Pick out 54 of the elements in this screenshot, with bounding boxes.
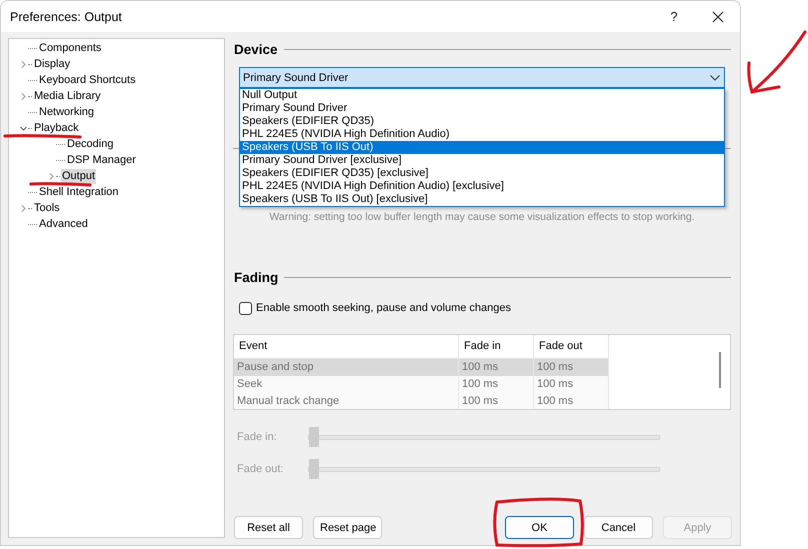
checkbox[interactable]: [239, 302, 252, 314]
dialog-button[interactable]: OK: [505, 516, 574, 539]
dialog-button[interactable]: Cancel: [584, 516, 653, 539]
chevron-down-icon[interactable]: [20, 124, 26, 132]
table-cell: 100 ms: [534, 376, 609, 393]
tree-item[interactable]: Display: [33, 56, 72, 72]
checkbox-label: Enable smooth seeking, pause and volume changes: [256, 302, 512, 314]
table-cell: Seek: [234, 376, 459, 393]
device-dropdown[interactable]: Primary Sound Driver: [239, 67, 725, 88]
dropdown-option[interactable]: Speakers (EDIFIER QD35): [240, 115, 724, 128]
tree-item[interactable]: Keyboard Shortcuts: [38, 72, 137, 88]
slider-label: Fade in:: [237, 431, 278, 443]
arrow-drawing: [747, 30, 806, 94]
dropdown-option[interactable]: PHL 224E5 (NVIDIA High Definition Audio) [exclusive]: [240, 180, 724, 193]
table-cell: Pause and stop: [234, 359, 459, 376]
chevron-right-icon[interactable]: [20, 92, 26, 100]
tree-item[interactable]: Playback: [33, 120, 80, 136]
tree-item[interactable]: Media Library: [33, 88, 102, 104]
dropdown-option[interactable]: Speakers (USB To IIS Out): [240, 141, 724, 154]
dropdown-option[interactable]: Speakers (EDIFIER QD35) [exclusive]: [240, 167, 724, 180]
tree-item[interactable]: Decoding: [66, 136, 114, 152]
dropdown-option[interactable]: Primary Sound Driver: [240, 102, 724, 115]
table-cell: 100 ms: [459, 376, 534, 393]
slider-label: Fade out:: [237, 463, 284, 475]
table-cell: 100 ms: [534, 393, 609, 409]
chevron-down-icon: [710, 74, 720, 80]
tree-item[interactable]: Advanced: [38, 216, 89, 232]
scrollbar-thumb[interactable]: [719, 352, 721, 388]
table-cell: 100 ms: [534, 359, 609, 376]
tree-item[interactable]: Tools: [33, 200, 61, 216]
dialog-button[interactable]: Reset all: [234, 516, 303, 539]
chevron-right-icon[interactable]: [48, 172, 54, 180]
section-heading: Device: [234, 42, 278, 56]
warning-text: Warning: setting too low buffer length may cause some visualization effects to stop working.: [268, 211, 696, 225]
close-icon: [712, 10, 724, 22]
dropdown-option[interactable]: Speakers (USB To IIS Out) [exclusive]: [240, 193, 724, 206]
underline-mark: [30, 182, 92, 186]
tree-item[interactable]: DSP Manager: [66, 152, 137, 168]
dropdown-option[interactable]: Primary Sound Driver [exclusive]: [240, 154, 724, 167]
section-heading: Fading: [234, 270, 278, 284]
table-cell: 100 ms: [459, 393, 534, 409]
tree-item[interactable]: Output: [61, 168, 96, 184]
dialog-button[interactable]: Reset page: [313, 516, 382, 539]
window-title: Preferences: Output: [10, 10, 123, 24]
tree-item[interactable]: Shell Integration: [38, 184, 120, 200]
dropdown-option[interactable]: PHL 224E5 (NVIDIA High Definition Audio): [240, 128, 724, 141]
dropdown-option[interactable]: Null Output: [240, 89, 724, 102]
table-cell: Manual track change: [234, 393, 459, 409]
table-cell: 100 ms: [459, 359, 534, 376]
chevron-right-icon[interactable]: [20, 60, 26, 68]
tree-item[interactable]: Components: [38, 40, 102, 56]
chevron-right-icon[interactable]: [20, 204, 26, 212]
tree-item[interactable]: Networking: [38, 104, 96, 120]
help-button[interactable]: ?: [652, 1, 696, 32]
